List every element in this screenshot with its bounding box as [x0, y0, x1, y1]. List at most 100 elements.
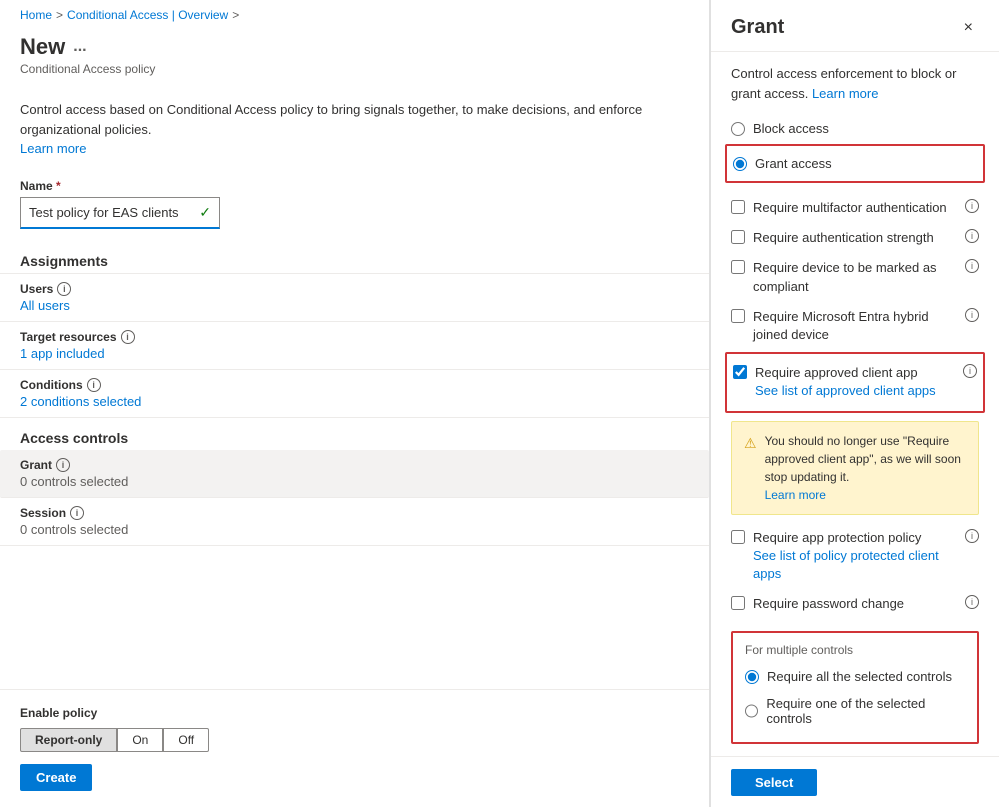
password-change-checkbox[interactable]: [731, 596, 745, 610]
description-learn-more[interactable]: Learn more: [20, 141, 86, 156]
block-access-label: Block access: [753, 121, 829, 136]
password-change-label: Require password change: [753, 596, 904, 611]
app-protection-checkbox[interactable]: [731, 530, 745, 544]
require-one-label: Require one of the selected controls: [766, 696, 965, 726]
target-resources-section: Target resources i 1 app included: [0, 322, 709, 370]
page-title: New ...: [20, 34, 689, 60]
conditions-section: Conditions i 2 conditions selected: [0, 370, 709, 418]
ellipsis-menu[interactable]: ...: [73, 38, 86, 56]
app-protection-label: Require app protection policy: [753, 530, 921, 545]
auth-strength-checkbox[interactable]: [731, 230, 745, 244]
app-protection-row: Require app protection policy See list o…: [731, 523, 979, 590]
hybrid-row: Require Microsoft Entra hybrid joined de…: [731, 302, 979, 350]
target-resources-label: Target resources i: [20, 330, 689, 344]
mfa-label: Require multifactor authentication: [753, 200, 947, 215]
warning-learn-more[interactable]: Learn more: [765, 488, 826, 502]
users-label: Users i: [20, 282, 689, 296]
grant-info-icon[interactable]: i: [56, 458, 70, 472]
panel-header: Grant ×: [711, 0, 999, 52]
breadcrumb-home[interactable]: Home: [20, 8, 52, 22]
mfa-row: Require multifactor authentication i: [731, 193, 979, 223]
approved-client-info-icon[interactable]: i: [963, 364, 977, 378]
require-all-label: Require all the selected controls: [767, 669, 952, 684]
access-controls-title: Access controls: [0, 418, 709, 450]
mfa-info-icon[interactable]: i: [965, 199, 979, 213]
grant-value[interactable]: 0 controls selected: [20, 474, 128, 489]
conditions-label: Conditions i: [20, 378, 689, 392]
assignments-title: Assignments: [0, 237, 709, 274]
auth-strength-info-icon[interactable]: i: [965, 229, 979, 243]
breadcrumb-sep2: >: [232, 8, 239, 22]
users-info-icon[interactable]: i: [57, 282, 71, 296]
require-all-option[interactable]: Require all the selected controls: [745, 663, 965, 690]
breadcrumb-sep1: >: [56, 8, 63, 22]
toggle-group: Report-only On Off: [20, 728, 689, 752]
panel-footer: Select: [711, 756, 999, 807]
page-header: New ... Conditional Access policy: [0, 30, 709, 88]
warning-box: ⚠ You should no longer use "Require appr…: [731, 421, 979, 515]
name-checkmark: ✓: [199, 204, 211, 221]
auth-strength-row: Require authentication strength i: [731, 223, 979, 253]
require-one-option[interactable]: Require one of the selected controls: [745, 690, 965, 732]
grant-access-option[interactable]: Grant access: [733, 150, 977, 177]
conditions-info-icon[interactable]: i: [87, 378, 101, 392]
breadcrumb-conditional-access[interactable]: Conditional Access | Overview: [67, 8, 228, 22]
session-info-icon[interactable]: i: [70, 506, 84, 520]
toggle-off[interactable]: Off: [163, 728, 209, 752]
compliant-row: Require device to be marked as compliant…: [731, 253, 979, 301]
password-change-info-icon[interactable]: i: [965, 595, 979, 609]
block-access-radio[interactable]: [731, 122, 745, 136]
panel-body: Block access Grant access Require multif…: [711, 111, 999, 756]
users-section: Users i All users: [0, 274, 709, 322]
name-label: Name *: [20, 179, 689, 193]
page-subtitle: Conditional Access policy: [20, 62, 689, 76]
compliant-label: Require device to be marked as compliant: [753, 260, 937, 293]
session-value[interactable]: 0 controls selected: [20, 522, 128, 537]
approved-client-checkbox[interactable]: [733, 365, 747, 379]
warning-icon: ⚠: [744, 433, 757, 504]
enable-policy-section: Enable policy Report-only On Off Create: [0, 689, 709, 807]
app-protection-info-icon[interactable]: i: [965, 529, 979, 543]
block-access-option[interactable]: Block access: [731, 115, 979, 142]
name-input[interactable]: Test policy for EAS clients ✓: [20, 197, 220, 229]
approved-client-label: Require approved client app: [755, 365, 918, 380]
panel-learn-more[interactable]: Learn more: [812, 86, 878, 101]
users-value[interactable]: All users: [20, 298, 70, 313]
warning-text: You should no longer use "Require approv…: [765, 434, 961, 484]
compliant-info-icon[interactable]: i: [965, 259, 979, 273]
create-button[interactable]: Create: [20, 764, 92, 791]
target-resources-info-icon[interactable]: i: [121, 330, 135, 344]
left-panel: Home > Conditional Access | Overview > N…: [0, 0, 710, 807]
grant-section: Grant i 0 controls selected: [0, 450, 709, 498]
app-protection-sublabel[interactable]: See list of policy protected client apps: [753, 548, 939, 581]
toggle-on[interactable]: On: [117, 728, 163, 752]
auth-strength-label: Require authentication strength: [753, 230, 934, 245]
target-resources-value[interactable]: 1 app included: [20, 346, 105, 361]
compliant-checkbox[interactable]: [731, 260, 745, 274]
page-description: Control access based on Conditional Acce…: [0, 88, 709, 171]
require-all-radio[interactable]: [745, 670, 759, 684]
grant-access-highlight: Grant access: [725, 144, 985, 183]
hybrid-label: Require Microsoft Entra hybrid joined de…: [753, 309, 929, 342]
required-star: *: [56, 179, 61, 193]
conditions-value[interactable]: 2 conditions selected: [20, 394, 141, 409]
toggle-report-only[interactable]: Report-only: [20, 728, 117, 752]
session-section: Session i 0 controls selected: [0, 498, 709, 546]
select-button[interactable]: Select: [731, 769, 817, 796]
require-one-radio[interactable]: [745, 704, 758, 718]
approved-client-highlight: Require approved client app See list of …: [725, 352, 985, 412]
enable-policy-label: Enable policy: [20, 706, 689, 720]
approved-client-row: Require approved client app See list of …: [733, 358, 977, 406]
multiple-controls-box: For multiple controls Require all the se…: [731, 631, 979, 744]
approved-client-sublabel[interactable]: See list of approved client apps: [755, 383, 936, 398]
grant-access-label: Grant access: [755, 156, 832, 171]
hybrid-checkbox[interactable]: [731, 309, 745, 323]
close-button[interactable]: ×: [958, 17, 979, 39]
mfa-checkbox[interactable]: [731, 200, 745, 214]
breadcrumb: Home > Conditional Access | Overview >: [0, 0, 709, 30]
grant-access-radio[interactable]: [733, 157, 747, 171]
panel-description: Control access enforcement to block or g…: [711, 52, 999, 111]
grant-panel: Grant × Control access enforcement to bl…: [710, 0, 999, 807]
password-change-row: Require password change i: [731, 589, 979, 619]
hybrid-info-icon[interactable]: i: [965, 308, 979, 322]
